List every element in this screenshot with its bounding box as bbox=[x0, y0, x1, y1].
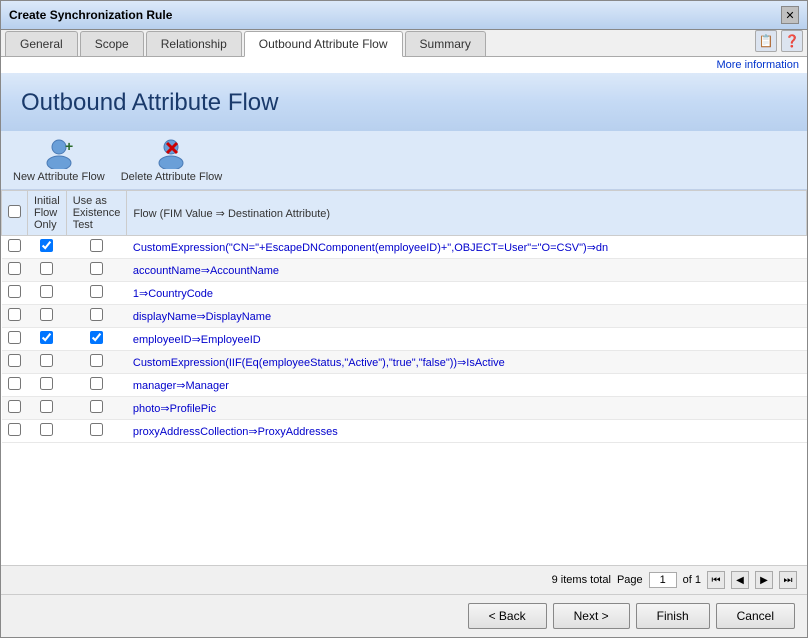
row-select-checkbox[interactable] bbox=[8, 354, 21, 367]
use-as-existence-test-checkbox[interactable] bbox=[90, 262, 103, 275]
tab-outbound-attr-flow[interactable]: Outbound Attribute Flow bbox=[244, 31, 403, 57]
title-bar: Create Synchronization Rule ✕ bbox=[1, 1, 807, 30]
tab-general[interactable]: General bbox=[5, 31, 78, 56]
page-header: Outbound Attribute Flow bbox=[1, 73, 807, 131]
delete-attribute-flow-button[interactable]: Delete Attribute Flow bbox=[121, 137, 223, 183]
finish-button[interactable]: Finish bbox=[636, 603, 710, 629]
new-attribute-flow-button[interactable]: + New Attribute Flow bbox=[13, 137, 105, 183]
close-button[interactable]: ✕ bbox=[781, 6, 799, 24]
question-icon-btn[interactable]: ❓ bbox=[781, 30, 803, 52]
pagination-bar: 9 items total Page of 1 ⏮ ◀ ▶ ⏭ bbox=[1, 565, 807, 594]
attribute-flow-table: Initial Flow Only Use as Existence Test … bbox=[1, 190, 807, 443]
page-input[interactable] bbox=[649, 572, 677, 588]
back-button[interactable]: < Back bbox=[468, 603, 547, 629]
use-as-existence-test-checkbox[interactable] bbox=[90, 331, 103, 344]
new-attribute-flow-icon: + bbox=[43, 137, 75, 169]
page-first-button[interactable]: ⏮ bbox=[707, 571, 725, 589]
initial-flow-only-checkbox[interactable] bbox=[40, 423, 53, 436]
flow-cell: photo⇒ProfilePic bbox=[127, 397, 807, 420]
page-next-button[interactable]: ▶ bbox=[755, 571, 773, 589]
tab-summary[interactable]: Summary bbox=[405, 31, 486, 56]
items-total: 9 items total bbox=[552, 574, 611, 586]
table-body: CustomExpression("CN="+EscapeDNComponent… bbox=[2, 236, 807, 443]
cancel-button[interactable]: Cancel bbox=[716, 603, 795, 629]
row-select-checkbox[interactable] bbox=[8, 262, 21, 275]
toolbar: + New Attribute Flow Delete Attribute Fl… bbox=[1, 131, 807, 190]
initial-flow-only-checkbox[interactable] bbox=[40, 400, 53, 413]
select-all-checkbox[interactable] bbox=[8, 205, 21, 218]
svg-text:+: + bbox=[65, 138, 73, 154]
col-use-as-existence-test: Use as Existence Test bbox=[66, 191, 127, 236]
use-as-existence-test-checkbox[interactable] bbox=[90, 239, 103, 252]
next-button[interactable]: Next > bbox=[553, 603, 630, 629]
use-as-existence-test-checkbox[interactable] bbox=[90, 400, 103, 413]
use-as-existence-test-checkbox[interactable] bbox=[90, 285, 103, 298]
tab-scope[interactable]: Scope bbox=[80, 31, 144, 56]
initial-flow-only-checkbox[interactable] bbox=[40, 239, 53, 252]
main-window: Create Synchronization Rule ✕ General Sc… bbox=[0, 0, 808, 638]
table-row: photo⇒ProfilePic bbox=[2, 397, 807, 420]
table-row: proxyAddressCollection⇒ProxyAddresses bbox=[2, 420, 807, 443]
flow-cell: employeeID⇒EmployeeID bbox=[127, 328, 807, 351]
page-title: Outbound Attribute Flow bbox=[21, 89, 787, 117]
table-row: displayName⇒DisplayName bbox=[2, 305, 807, 328]
use-as-existence-test-checkbox[interactable] bbox=[90, 377, 103, 390]
initial-flow-only-checkbox[interactable] bbox=[40, 285, 53, 298]
flow-cell: manager⇒Manager bbox=[127, 374, 807, 397]
initial-flow-only-checkbox[interactable] bbox=[40, 377, 53, 390]
row-select-checkbox[interactable] bbox=[8, 308, 21, 321]
initial-flow-only-checkbox[interactable] bbox=[40, 308, 53, 321]
use-as-existence-test-checkbox[interactable] bbox=[90, 308, 103, 321]
use-as-existence-test-checkbox[interactable] bbox=[90, 354, 103, 367]
table-row: CustomExpression("CN="+EscapeDNComponent… bbox=[2, 236, 807, 259]
flow-cell: CustomExpression("CN="+EscapeDNComponent… bbox=[127, 236, 807, 259]
new-attribute-flow-label: New Attribute Flow bbox=[13, 171, 105, 183]
table-area: Initial Flow Only Use as Existence Test … bbox=[1, 190, 807, 565]
initial-flow-only-checkbox[interactable] bbox=[40, 262, 53, 275]
tab-relationship[interactable]: Relationship bbox=[146, 31, 242, 56]
row-select-checkbox[interactable] bbox=[8, 239, 21, 252]
more-info-link[interactable]: More information bbox=[1, 57, 807, 73]
delete-attribute-flow-icon bbox=[155, 137, 187, 169]
row-select-checkbox[interactable] bbox=[8, 377, 21, 390]
question-icon: ❓ bbox=[785, 34, 800, 48]
flow-cell: 1⇒CountryCode bbox=[127, 282, 807, 305]
col-initial-flow-only: Initial Flow Only bbox=[28, 191, 67, 236]
window-title: Create Synchronization Rule bbox=[9, 8, 172, 22]
table-row: 1⇒CountryCode bbox=[2, 282, 807, 305]
initial-flow-only-checkbox[interactable] bbox=[40, 354, 53, 367]
button-bar: < Back Next > Finish Cancel bbox=[1, 594, 807, 637]
flow-cell: proxyAddressCollection⇒ProxyAddresses bbox=[127, 420, 807, 443]
flow-cell: CustomExpression(IIF(Eq(employeeStatus,"… bbox=[127, 351, 807, 374]
table-row: employeeID⇒EmployeeID bbox=[2, 328, 807, 351]
main-content: More information Outbound Attribute Flow… bbox=[1, 57, 807, 594]
table-header-row: Initial Flow Only Use as Existence Test … bbox=[2, 191, 807, 236]
table-row: manager⇒Manager bbox=[2, 374, 807, 397]
help-icon-btn[interactable]: 📋 bbox=[755, 30, 777, 52]
page-last-button[interactable]: ⏭ bbox=[779, 571, 797, 589]
table-row: accountName⇒AccountName bbox=[2, 259, 807, 282]
flow-cell: displayName⇒DisplayName bbox=[127, 305, 807, 328]
initial-flow-only-checkbox[interactable] bbox=[40, 331, 53, 344]
col-flow: Flow (FIM Value ⇒ Destination Attribute) bbox=[127, 191, 807, 236]
tabs-bar: General Scope Relationship Outbound Attr… bbox=[1, 30, 807, 57]
row-select-checkbox[interactable] bbox=[8, 331, 21, 344]
row-select-checkbox[interactable] bbox=[8, 400, 21, 413]
col-select-all bbox=[2, 191, 28, 236]
page-label: Page bbox=[617, 574, 643, 586]
row-select-checkbox[interactable] bbox=[8, 423, 21, 436]
flow-cell: accountName⇒AccountName bbox=[127, 259, 807, 282]
tab-icons: 📋 ❓ bbox=[755, 30, 803, 56]
use-as-existence-test-checkbox[interactable] bbox=[90, 423, 103, 436]
delete-attribute-flow-label: Delete Attribute Flow bbox=[121, 171, 223, 183]
row-select-checkbox[interactable] bbox=[8, 285, 21, 298]
table-row: CustomExpression(IIF(Eq(employeeStatus,"… bbox=[2, 351, 807, 374]
book-icon: 📋 bbox=[759, 34, 774, 48]
page-of: of 1 bbox=[683, 574, 701, 586]
page-prev-button[interactable]: ◀ bbox=[731, 571, 749, 589]
